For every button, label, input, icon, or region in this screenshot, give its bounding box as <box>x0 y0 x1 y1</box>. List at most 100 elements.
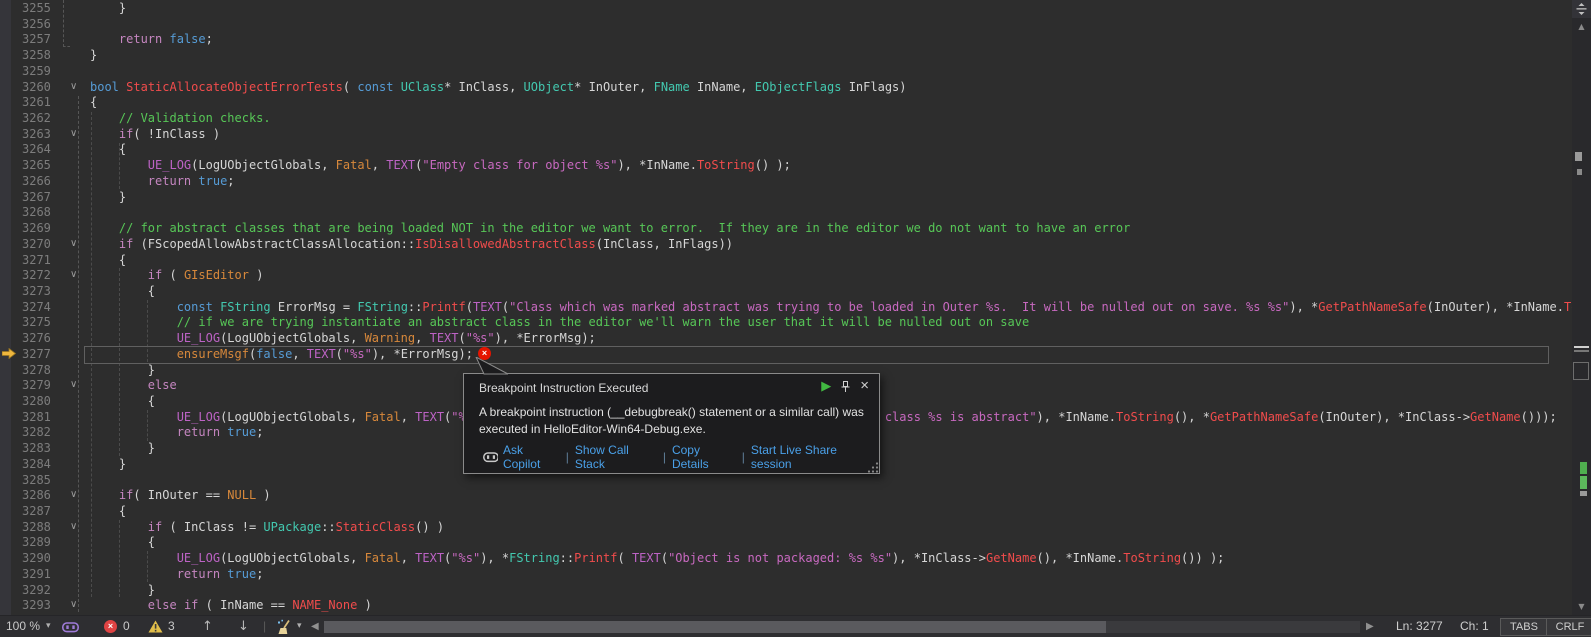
code-text: } <box>90 48 97 64</box>
code-text: return true; <box>90 425 263 441</box>
horizontal-scrollbar-thumb[interactable] <box>324 621 1106 633</box>
code-text: return false; <box>90 32 213 48</box>
warning-count[interactable]: 3 <box>168 616 175 637</box>
copilot-status-icon[interactable] <box>62 620 79 634</box>
code-line-3258[interactable]: 3258} <box>0 48 1572 64</box>
scrollbar-thumb[interactable] <box>1573 362 1589 380</box>
editor-bottom-bar: 100 % ▾ × 0 3 ↑ ↓ | ▾ ◀ ▶ Ln: 32 <box>0 615 1591 637</box>
code-line-3276[interactable]: 3276 UE_LOG(LogUObjectGlobals, Warning, … <box>0 331 1572 347</box>
hscroll-left-arrow-icon[interactable]: ◀ <box>311 616 319 637</box>
code-line-3270[interactable]: 3270∨ if (FScopedAllowAbstractClassAlloc… <box>0 237 1572 253</box>
close-icon[interactable]: × <box>860 379 869 393</box>
scroll-up-arrow[interactable]: ▲ <box>1572 22 1591 31</box>
splitter-handle-icon[interactable] <box>1572 0 1591 18</box>
code-line-3269[interactable]: 3269 // for abstract classes that are be… <box>0 221 1572 237</box>
popup-action-ask-copilot[interactable]: Ask Copilot <box>483 443 560 471</box>
code-text: { <box>90 504 126 520</box>
code-line-3267[interactable]: 3267 } <box>0 190 1572 206</box>
cursor-column-indicator: Ch: 1 <box>1460 616 1489 637</box>
outline-collapse-chevron-icon[interactable]: ∨ <box>70 79 77 95</box>
current-line-highlight <box>84 346 1549 364</box>
code-line-3265[interactable]: 3265 UE_LOG(LogUObjectGlobals, Fatal, TE… <box>0 158 1572 174</box>
code-line-3288[interactable]: 3288∨ if ( InClass != UPackage::StaticCl… <box>0 520 1572 536</box>
line-ending-button[interactable]: CRLF <box>1546 618 1591 636</box>
code-text: } <box>90 457 126 473</box>
code-line-3255[interactable]: 3255 } <box>0 1 1572 17</box>
outline-collapse-chevron-icon[interactable]: ∨ <box>70 597 77 613</box>
line-number: 3275 <box>22 315 51 331</box>
code-line-3292[interactable]: 3292 } <box>0 583 1572 599</box>
popup-action-show-call-stack[interactable]: Show Call Stack <box>575 443 657 471</box>
code-cleanup-broom-icon[interactable] <box>277 619 293 635</box>
resize-grip-icon[interactable] <box>867 461 879 473</box>
line-number: 3265 <box>22 158 51 174</box>
tabs-mode-button[interactable]: TABS <box>1500 618 1548 636</box>
next-issue-arrow-icon[interactable]: ↓ <box>238 616 249 637</box>
code-line-3263[interactable]: 3263∨ if( !InClass ) <box>0 127 1572 143</box>
outline-collapse-chevron-icon[interactable]: ∨ <box>70 487 77 503</box>
code-line-3264[interactable]: 3264 { <box>0 142 1572 158</box>
line-number: 3292 <box>22 583 51 599</box>
code-editor[interactable]: 3255 }32563257 return false;3258}3259326… <box>0 0 1572 615</box>
code-text: if( InOuter == NULL ) <box>90 488 271 504</box>
vertical-scrollbar[interactable]: ▲ ▼ <box>1572 0 1591 615</box>
line-number: 3257 <box>22 32 51 48</box>
cursor-line-indicator: Ln: 3277 <box>1396 616 1443 637</box>
line-number: 3286 <box>22 488 51 504</box>
line-number: 3282 <box>22 425 51 441</box>
code-line-3271[interactable]: 3271 { <box>0 253 1572 269</box>
code-line-3266[interactable]: 3266 return true; <box>0 174 1572 190</box>
popup-action-copy-details[interactable]: Copy Details <box>672 443 736 471</box>
outline-collapse-chevron-icon[interactable]: ∨ <box>70 126 77 142</box>
error-count[interactable]: 0 <box>123 616 130 637</box>
scrollbar-saved-change-mark <box>1580 462 1587 474</box>
scrollbar-annotation <box>1577 169 1582 175</box>
outline-collapse-chevron-icon[interactable]: ∨ <box>70 267 77 283</box>
outline-collapse-chevron-icon[interactable]: ∨ <box>70 236 77 252</box>
zoom-level-select[interactable]: 100 % <box>6 616 40 637</box>
code-text: // for abstract classes that are being l… <box>90 221 1130 237</box>
line-number: 3276 <box>22 331 51 347</box>
code-cleanup-caret-icon[interactable]: ▾ <box>297 616 302 637</box>
line-number: 3273 <box>22 284 51 300</box>
line-number: 3289 <box>22 535 51 551</box>
hscroll-right-arrow-icon[interactable]: ▶ <box>1366 616 1374 637</box>
error-badge-icon[interactable]: × <box>104 620 117 633</box>
zoom-dropdown-caret-icon[interactable]: ▾ <box>46 616 51 637</box>
code-lines[interactable]: 3255 }32563257 return false;3258}3259326… <box>0 1 1572 614</box>
code-line-3290[interactable]: 3290 UE_LOG(LogUObjectGlobals, Fatal, TE… <box>0 551 1572 567</box>
code-line-3291[interactable]: 3291 return true; <box>0 567 1572 583</box>
code-line-3273[interactable]: 3273 { <box>0 284 1572 300</box>
continue-execution-icon[interactable]: ▶ <box>821 378 831 394</box>
code-line-3260[interactable]: 3260∨bool StaticAllocateObjectErrorTests… <box>0 80 1572 96</box>
previous-issue-arrow-icon[interactable]: ↑ <box>202 616 213 637</box>
code-line-3274[interactable]: 3274 const FString ErrorMsg = FString::P… <box>0 300 1572 316</box>
scroll-down-arrow[interactable]: ▼ <box>1572 602 1591 611</box>
code-line-3286[interactable]: 3286 ∨ if( InOuter == NULL ) <box>0 488 1572 504</box>
warning-icon[interactable] <box>148 620 163 633</box>
popup-message-line1: A breakpoint instruction (__debugbreak()… <box>479 404 864 421</box>
outline-collapse-chevron-icon[interactable]: ∨ <box>70 519 77 535</box>
code-line-3268[interactable]: 3268 <box>0 205 1572 221</box>
code-line-3259[interactable]: 3259 <box>0 64 1572 80</box>
popup-message-line2: executed in HelloEditor-Win64-Debug.exe. <box>479 421 864 438</box>
separator: | <box>566 450 569 464</box>
code-line-3275[interactable]: 3275 // if we are trying instantiate an … <box>0 315 1572 331</box>
code-line-3285[interactable]: 3285 <box>0 473 1572 489</box>
code-text: { <box>90 253 126 269</box>
code-line-3287[interactable]: 3287 { <box>0 504 1572 520</box>
popup-action-start-live-share-session[interactable]: Start Live Share session <box>751 443 873 471</box>
pin-icon[interactable] <box>840 380 851 393</box>
code-line-3289[interactable]: 3289 { <box>0 535 1572 551</box>
code-line-3261[interactable]: 3261{ <box>0 95 1572 111</box>
code-line-3256[interactable]: 3256 <box>0 17 1572 33</box>
line-number: 3285 <box>22 473 51 489</box>
code-line-3257[interactable]: 3257 return false; <box>0 32 1572 48</box>
horizontal-scrollbar[interactable] <box>324 621 1360 633</box>
code-line-3262[interactable]: 3262 // Validation checks. <box>0 111 1572 127</box>
scrollbar-saved-change-mark <box>1580 476 1587 489</box>
code-line-3293[interactable]: 3293∨ else if ( InName == NAME_None ) <box>0 598 1572 614</box>
code-line-3272[interactable]: 3272∨ if ( GIsEditor ) <box>0 268 1572 284</box>
outline-collapse-chevron-icon[interactable]: ∨ <box>70 377 77 393</box>
code-text: return true; <box>90 174 235 190</box>
